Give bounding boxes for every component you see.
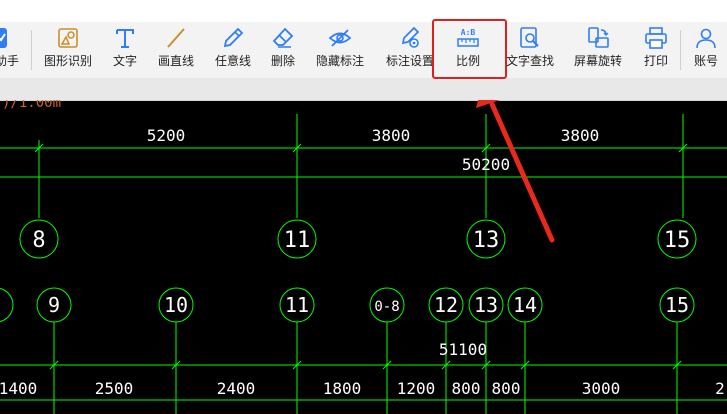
dimension-label: 2500 [95,379,134,398]
tool-delete[interactable]: 删除 [268,26,298,74]
dimension-label: 5200 [147,126,186,145]
dimension-label: 1200 [397,379,436,398]
freehand-pen-icon [223,27,244,48]
annotation-settings-icon [401,26,420,48]
tool-text-search[interactable]: 文字查找 [504,26,556,74]
tool-shape-recognition[interactable]: 图形识别 [42,26,94,74]
tool-hide-annotations[interactable]: 隐藏标注 [314,26,366,74]
line-icon [167,28,185,48]
tool-label: 隐藏标注 [315,54,364,68]
axis-label: 8 [32,228,45,253]
axis-label: 13 [474,293,498,317]
tool-label: 标注设置 [385,54,434,68]
tool-label: 打印 [643,54,668,68]
axis-label: 11 [284,228,311,253]
dimension-label: 3800 [372,126,411,145]
dimension-label: 800 [452,379,481,398]
tool-label: 账号 [693,54,718,68]
dimension-label: 2 [715,379,725,398]
tool-label: 文字 [112,54,137,68]
tool-line[interactable]: 画直线 [156,26,196,74]
assistant-icon [0,28,7,48]
axis-label: 11 [285,293,309,317]
dimension-label: 1400 [0,379,37,398]
text-search-icon [520,27,539,48]
hide-eye-icon [328,29,352,47]
printer-icon [645,27,667,49]
tool-assistant[interactable]: 助手 [0,26,20,74]
tool-label: 文字查找 [505,54,554,68]
dimension-label: 3000 [582,379,621,398]
axis-label: 15 [664,228,691,253]
tool-label: 画直线 [157,54,194,68]
tool-annotation-settings[interactable]: 标注设置 [384,26,436,74]
tool-freehand[interactable]: 任意线 [213,26,253,74]
dimension-label: 800 [492,379,521,398]
tool-label: 删除 [270,54,295,68]
scale-readout: )/1.00m [2,100,61,111]
total-dimension-label: 50200 [462,155,510,174]
axis-label: 12 [434,293,458,317]
axis-label: 0-8 [374,299,399,315]
title-strip [0,0,727,22]
tool-screen-rotate[interactable]: 屏幕旋转 [572,26,624,74]
tool-label: 屏幕旋转 [573,54,622,68]
dimension-label: 2400 [217,379,256,398]
axis-label: 10 [164,293,188,317]
axis-label: 15 [665,293,689,317]
tool-label: 任意线 [214,54,251,68]
cad-canvas[interactable]: )/1.00m 5200 3800 3800 50200 51100 8 11 … [0,100,727,414]
axis-label: 13 [473,228,500,253]
scale-bar [0,78,727,101]
tool-print[interactable]: 打印 [641,26,671,74]
total-dimension-label: 51100 [439,340,487,359]
account-icon [696,28,716,49]
dimension-label: 1800 [323,379,362,398]
tool-label: 助手 [0,54,19,68]
axis-label: 14 [513,293,537,317]
tool-label: 图形识别 [43,54,92,68]
toolbar-divider [31,30,32,70]
highlight-box [432,19,507,79]
dimension-label: 3800 [561,126,600,145]
tool-account[interactable]: 账号 [691,26,721,74]
toolbar-divider [680,30,681,70]
tool-text[interactable]: 文字 [110,26,140,74]
screen-rotate-icon [588,27,609,48]
axis-label: 9 [48,293,60,317]
shape-recognition-icon [58,28,78,48]
eraser-icon [272,27,294,48]
text-icon [116,29,134,48]
